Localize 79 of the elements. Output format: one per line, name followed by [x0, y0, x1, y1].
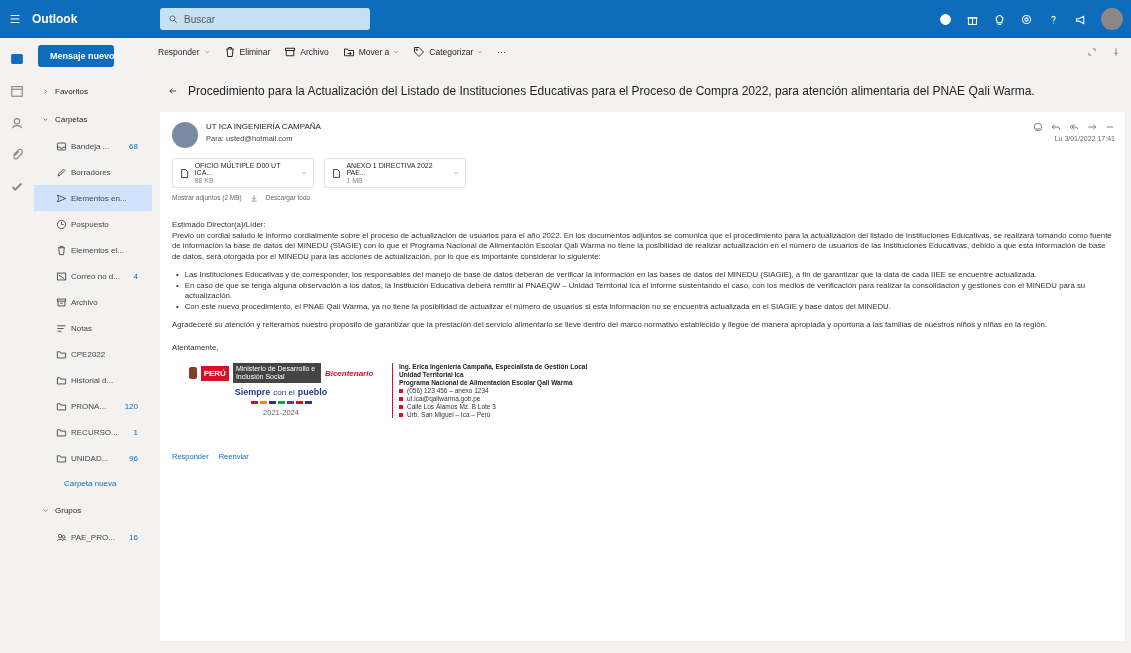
search-icon	[168, 14, 178, 24]
toolbar-button[interactable]: Responder	[158, 47, 210, 57]
folder-icon	[56, 374, 67, 386]
junk-folder-icon	[56, 270, 67, 282]
lightbulb-icon	[993, 12, 1006, 26]
folder-item[interactable]: PAE_PRO... 16	[34, 524, 152, 550]
app-launcher-icon	[8, 12, 22, 26]
folder-section-toggle[interactable]: Favoritos	[34, 77, 152, 105]
email-subject: Procedimiento para la Actualización del Listado de Instituciones Educativas para el Proceso de Compra 2022, para atención alimentaria del PNAE Qali Warma.	[188, 84, 1035, 98]
reply-icon	[1051, 122, 1061, 132]
paperclip-icon[interactable]	[10, 148, 24, 162]
download-icon	[249, 194, 258, 202]
folder-icon	[56, 452, 67, 464]
inbox-icon	[56, 140, 67, 152]
folder-item[interactable]: Archivo	[34, 289, 152, 315]
chevron-down-icon	[301, 170, 307, 176]
document-icon	[179, 167, 190, 179]
tag-icon	[413, 46, 426, 58]
back-arrow-icon	[168, 86, 178, 96]
settings-icon	[1020, 12, 1033, 26]
logo-country: PERÚ	[200, 365, 229, 381]
toolbar-button[interactable]: Archivo	[284, 46, 329, 58]
archive-icon	[56, 296, 67, 308]
calendar-icon[interactable]	[10, 84, 24, 98]
folder-icon	[56, 348, 67, 360]
send-icon	[56, 192, 67, 204]
chevron-down-icon	[42, 115, 49, 123]
trash-icon	[223, 46, 236, 58]
search-field[interactable]: Buscar	[160, 8, 370, 30]
folder-move-icon	[342, 46, 355, 58]
folder-item[interactable]: Borradores	[34, 159, 152, 185]
mail-icon[interactable]	[10, 52, 24, 66]
folder-item[interactable]: Bandeja ... 68	[34, 133, 152, 159]
logo-bicentennial: Bicentenario	[324, 368, 374, 378]
stripe-drawing	[250, 401, 312, 404]
new-message-button[interactable]: Mensaje nuevo	[38, 45, 114, 67]
pencil-icon	[56, 166, 67, 178]
app-name: Outlook	[32, 12, 79, 26]
folder-section-toggle[interactable]: Carpetas	[34, 105, 152, 133]
checkmark-icon[interactable]	[10, 180, 24, 194]
group-icon	[56, 531, 67, 543]
slogan-word: pueblo	[297, 387, 328, 397]
slogan-word: con el	[273, 388, 295, 397]
toolbar-button[interactable]: Mover a	[342, 46, 400, 58]
folder-section-toggle[interactable]: Grupos	[34, 496, 152, 524]
chevron-right-icon	[42, 87, 49, 95]
folder-item[interactable]: PRONA... 120	[34, 393, 152, 419]
toolbar-button[interactable]: Categorizar	[413, 46, 484, 58]
folder-item[interactable]: UNIDAD... 96	[34, 445, 152, 471]
folder-item[interactable]: Correo no d... 4	[34, 263, 152, 289]
expand-icon	[1087, 47, 1097, 57]
document-icon	[331, 167, 342, 179]
slogan-word: Siempre	[234, 387, 271, 397]
coat-of-arms-icon	[188, 367, 197, 379]
note-icon	[56, 322, 67, 334]
folder-icon	[56, 426, 67, 438]
folder-item[interactable]: Elementos en...	[34, 185, 152, 211]
folder-item[interactable]: Historial d...	[34, 367, 152, 393]
sender-avatar	[172, 122, 198, 148]
pin-icon	[1111, 47, 1121, 57]
folder-item[interactable]: RECURSO... 1	[34, 419, 152, 445]
smile-icon	[1033, 122, 1043, 132]
toolbar-button[interactable]: Eliminar	[223, 46, 271, 58]
sender-name: UT ICA INGENIERÍA CAMPAÑA	[206, 122, 322, 131]
folder-icon	[56, 400, 67, 412]
folder-item[interactable]: Elementos el...	[34, 237, 152, 263]
folder-item[interactable]: Pospuesto	[34, 211, 152, 237]
chevron-down-icon	[42, 506, 49, 514]
archive-icon	[284, 46, 297, 58]
chevron-down-icon	[453, 170, 459, 176]
clock-icon	[56, 218, 67, 230]
trash-icon	[56, 244, 67, 256]
folder-item[interactable]: CPE2022	[34, 341, 152, 367]
new-folder-link[interactable]: Carpeta nueva	[34, 471, 152, 496]
people-icon[interactable]	[10, 116, 24, 130]
forward-icon	[1087, 122, 1097, 132]
reply-all-icon	[1069, 122, 1079, 132]
folder-item[interactable]: Notas	[34, 315, 152, 341]
more-button[interactable]: ···	[497, 47, 506, 57]
